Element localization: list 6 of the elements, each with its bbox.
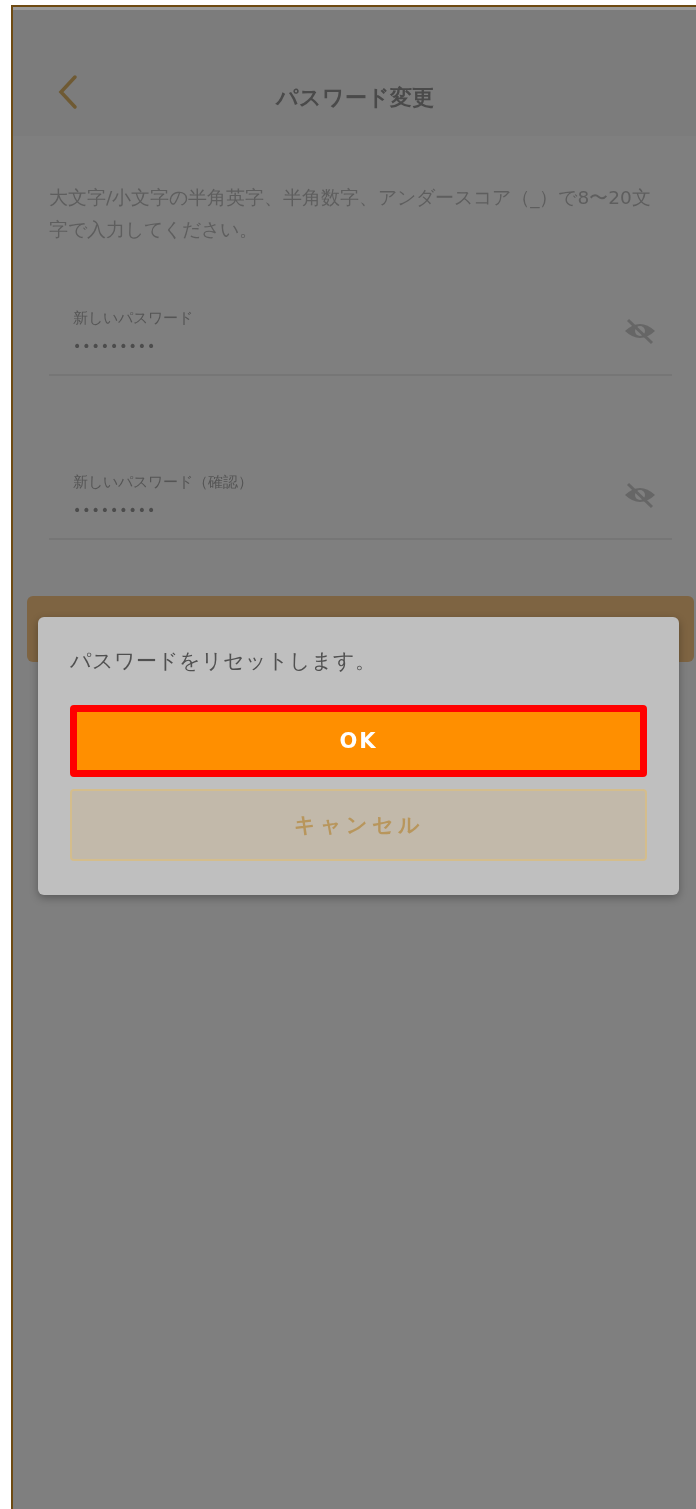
back-icon[interactable] [57, 74, 79, 110]
field-value: ••••••••• [73, 501, 158, 518]
field-value: ••••••••• [73, 337, 158, 354]
ok-button[interactable]: OK [70, 705, 647, 777]
dialog-message: パスワードをリセットします。 [70, 648, 377, 675]
cancel-button[interactable]: キャンセル [70, 789, 647, 861]
